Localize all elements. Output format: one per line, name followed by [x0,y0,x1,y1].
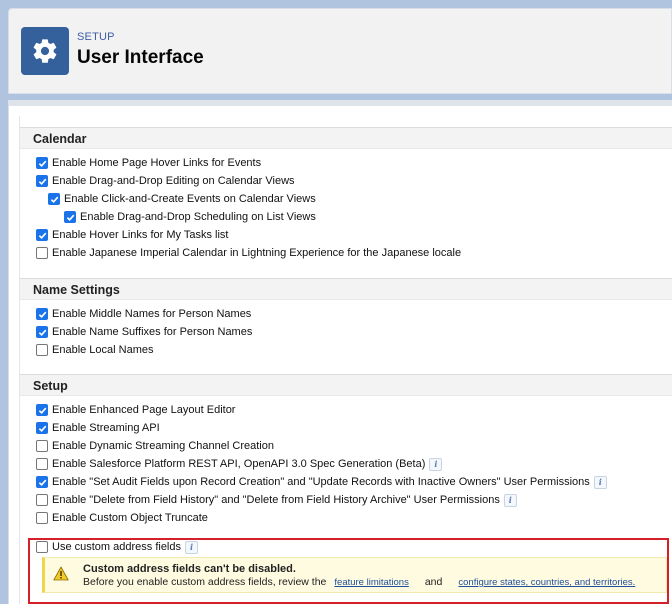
checkbox-label: Enable Salesforce Platform REST API, Ope… [52,458,426,470]
checkmark-icon [38,311,46,318]
settings-card: Calendar Enable Home Page Hover Links fo… [8,100,672,604]
info-icon[interactable]: i [503,493,517,507]
checkmark-icon [38,479,46,486]
checkbox-row[interactable]: Enable Salesforce Platform REST API, Ope… [36,455,443,473]
feature-limitations-link[interactable]: feature limitations [334,577,408,588]
settings-panel: Calendar Enable Home Page Hover Links fo… [19,116,672,604]
custom-address-highlight: Use custom address fields i Custom addre… [28,538,669,604]
checkbox[interactable] [36,247,48,259]
checkbox-row[interactable]: Enable "Set Audit Fields upon Record Cre… [36,473,607,491]
configure-states-link[interactable]: configure states, countries, and territo… [458,577,635,588]
warning-text-and: and [424,576,443,588]
checkbox-label: Enable Click-and-Create Events on Calend… [64,193,316,205]
checkbox[interactable] [36,344,48,356]
checkbox-label: Use custom address fields [52,541,181,553]
checkbox-label: Enable Drag-and-Drop Scheduling on List … [80,211,316,223]
checkmark-icon [66,214,74,221]
checkbox-label: Enable Japanese Imperial Calendar in Lig… [52,247,462,259]
info-icon[interactable]: i [593,475,607,489]
checkbox-row[interactable]: Enable Dynamic Streaming Channel Creatio… [36,437,274,455]
checkbox-label: Enable Enhanced Page Layout Editor [52,404,236,416]
checkbox-row[interactable]: Enable Custom Object Truncate [36,509,208,527]
checkbox-row[interactable]: Enable Japanese Imperial Calendar in Lig… [36,244,461,262]
section-header-name-settings: Name Settings [20,278,672,300]
gear-icon [21,27,69,75]
checkbox[interactable] [36,512,48,524]
checkbox-row[interactable]: Enable "Delete from Field History" and "… [36,491,517,509]
breadcrumb: SETUP [77,31,115,43]
checkbox-label: Enable Streaming API [52,422,160,434]
checkbox-label: Enable Drag-and-Drop Editing on Calendar… [52,175,295,187]
checkbox[interactable] [36,157,48,169]
checkbox[interactable] [36,494,48,506]
checkbox[interactable] [64,211,76,223]
warning-text: Before you enable custom address fields,… [83,576,635,588]
info-icon[interactable]: i [429,457,443,471]
info-icon[interactable]: i [185,540,198,554]
checkbox-row[interactable]: Enable Click-and-Create Events on Calend… [48,190,316,208]
checkmark-icon [38,425,46,432]
checkbox-row[interactable]: Enable Streaming API [36,419,160,437]
checkbox-row[interactable]: Enable Local Names [36,341,154,359]
checkbox-row[interactable]: Enable Name Suffixes for Person Names [36,323,252,341]
page-header: SETUP User Interface [8,8,672,94]
checkbox[interactable] [36,422,48,434]
warning-title: Custom address fields can't be disabled. [83,563,296,575]
checkbox-label: Enable Hover Links for My Tasks list [52,229,229,241]
checkbox[interactable] [36,229,48,241]
section-header-calendar: Calendar [20,127,672,149]
checkbox[interactable] [36,308,48,320]
section-header-setup: Setup [20,374,672,396]
checkbox-label: Enable Name Suffixes for Person Names [52,326,253,338]
checkmark-icon [38,232,46,239]
checkbox-row[interactable]: Enable Home Page Hover Links for Events [36,154,261,172]
checkbox[interactable] [36,458,48,470]
checkmark-icon [38,160,46,167]
checkbox[interactable] [36,326,48,338]
checkmark-icon [38,329,46,336]
checkbox-label: Enable "Delete from Field History" and "… [52,494,500,506]
warning-icon [53,566,69,586]
checkbox[interactable] [36,175,48,187]
checkbox[interactable] [48,193,60,205]
checkbox-row-custom-address[interactable]: Use custom address fields i [36,538,198,556]
custom-address-checkbox[interactable] [36,541,48,553]
checkbox-row[interactable]: Enable Drag-and-Drop Scheduling on List … [64,208,316,226]
checkbox-row[interactable]: Enable Drag-and-Drop Editing on Calendar… [36,172,295,190]
page-title: User Interface [77,47,204,68]
checkbox[interactable] [36,440,48,452]
warning-banner: Custom address fields can't be disabled.… [42,557,667,593]
checkbox-label: Enable Dynamic Streaming Channel Creatio… [52,440,274,452]
checkbox-label: Enable "Set Audit Fields upon Record Cre… [52,476,590,488]
checkbox-label: Enable Home Page Hover Links for Events [52,157,262,169]
checkbox-row[interactable]: Enable Middle Names for Person Names [36,305,251,323]
checkbox[interactable] [36,476,48,488]
checkmark-icon [38,407,46,414]
checkbox[interactable] [36,404,48,416]
checkbox-label: Enable Middle Names for Person Names [52,308,252,320]
checkbox-row[interactable]: Enable Enhanced Page Layout Editor [36,401,235,419]
warning-text-before: Before you enable custom address fields,… [83,576,327,588]
checkmark-icon [38,178,46,185]
checkmark-icon [50,196,58,203]
checkbox-label: Enable Custom Object Truncate [52,512,208,524]
checkbox-row[interactable]: Enable Hover Links for My Tasks list [36,226,228,244]
checkbox-label: Enable Local Names [52,344,154,356]
